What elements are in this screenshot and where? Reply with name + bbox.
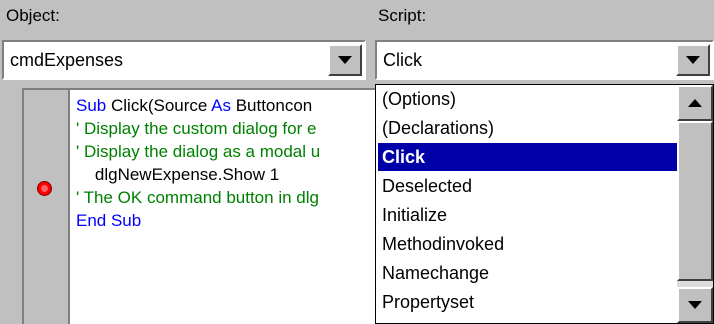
dropdown-item[interactable]: Click	[378, 143, 677, 171]
code-token: ' The OK command button in dlg	[76, 188, 319, 207]
code-line[interactable]: End Sub	[76, 209, 141, 232]
code-line[interactable]: ' The OK command button in dlg	[76, 186, 319, 209]
code-line[interactable]: ' Display the dialog as a modal u	[76, 140, 320, 163]
code-token: End Sub	[76, 211, 142, 230]
scroll-down-button[interactable]	[677, 287, 713, 323]
chevron-down-icon	[686, 56, 700, 64]
dropdown-item[interactable]: Initialize	[378, 201, 677, 229]
dropdown-item[interactable]: Propertyset	[378, 288, 677, 316]
code-editor[interactable]: Sub Click(Source As Buttoncon ' Display t…	[22, 88, 382, 324]
code-token: Buttoncon	[235, 96, 313, 115]
scroll-thumb[interactable]	[677, 121, 713, 281]
script-label: Script:	[378, 6, 427, 25]
object-combo-value: cmdExpenses	[10, 50, 124, 70]
code-line[interactable]: dlgNewExpense.Show 1	[76, 163, 279, 186]
dropdown-item[interactable]: Methodinvoked	[378, 230, 677, 258]
breakpoint-gutter[interactable]	[24, 90, 70, 324]
script-combo-dropdown-button[interactable]	[676, 44, 710, 76]
scroll-down-arrow-icon	[688, 301, 702, 309]
object-combo-dropdown-button[interactable]	[328, 44, 362, 76]
scroll-up-button[interactable]	[677, 85, 713, 121]
script-combo-value: Click	[383, 50, 422, 70]
code-token: dlgNewExpense.Show 1	[76, 165, 280, 184]
dropdown-item[interactable]: (Options)	[378, 85, 677, 113]
code-token: Click(Source	[110, 96, 212, 115]
code-line[interactable]: Sub Click(Source As Buttoncon	[76, 94, 312, 117]
chevron-down-icon	[338, 56, 352, 64]
dropdown-item[interactable]: (Declarations)	[378, 114, 677, 142]
dropdown-item[interactable]: Namechange	[378, 259, 677, 287]
code-token: As	[211, 96, 236, 115]
breakpoint-icon[interactable]	[37, 181, 52, 196]
code-line[interactable]: ' Display the custom dialog for e	[76, 117, 316, 140]
script-dropdown-list[interactable]: (Options) (Declarations) Click Deselected In…	[375, 84, 714, 324]
code-token: ' Display the dialog as a modal u	[76, 142, 321, 161]
code-token: ' Display the custom dialog for e	[76, 119, 317, 138]
object-combo[interactable]: cmdExpenses	[2, 40, 366, 80]
dropdown-scrollbar[interactable]	[677, 85, 713, 323]
code-token: Sub	[76, 96, 111, 115]
script-combo[interactable]: Click	[375, 40, 714, 80]
scroll-up-arrow-icon	[688, 99, 702, 107]
dropdown-item[interactable]: Deselected	[378, 172, 677, 200]
object-label: Object:	[6, 6, 60, 25]
